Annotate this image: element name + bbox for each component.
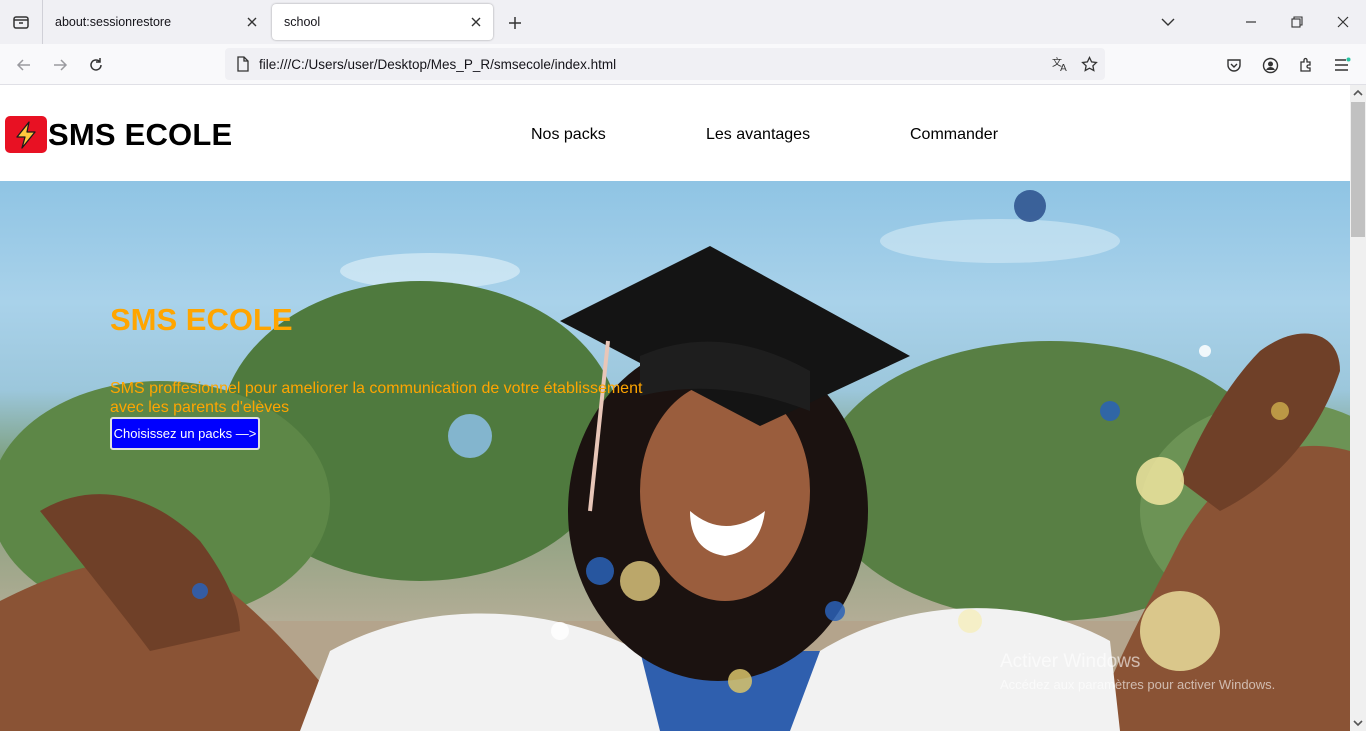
watermark-title: Activer Windows xyxy=(1000,651,1141,672)
tab-school[interactable]: school xyxy=(272,4,493,40)
choose-pack-button[interactable]: Choisissez un packs —> xyxy=(110,417,260,450)
pocket-icon[interactable] xyxy=(1219,50,1249,80)
menu-icon[interactable] xyxy=(1327,50,1357,80)
address-bar[interactable]: file:///C:/Users/user/Desktop/Mes_P_R/sm… xyxy=(225,48,1105,80)
tab-list-icon[interactable] xyxy=(0,0,42,44)
bookmark-star-icon[interactable] xyxy=(1075,50,1103,78)
translate-icon[interactable]: 文A xyxy=(1047,50,1075,78)
back-arrow-icon[interactable] xyxy=(9,50,39,80)
tab-title: about:sessionrestore xyxy=(55,15,172,29)
nav-link-packs[interactable]: Nos packs xyxy=(531,126,606,144)
tab-sessionrestore[interactable]: about:sessionrestore xyxy=(43,4,269,40)
site-logo[interactable]: SMS ECOLE xyxy=(5,116,232,153)
hero-title: SMS ECOLE xyxy=(110,302,293,337)
scroll-down-icon[interactable] xyxy=(1350,715,1366,731)
url-text[interactable]: file:///C:/Users/user/Desktop/Mes_P_R/sm… xyxy=(259,57,1047,72)
new-tab-icon[interactable] xyxy=(502,10,528,36)
forward-arrow-icon[interactable] xyxy=(45,50,75,80)
tab-title: school xyxy=(284,15,321,29)
site-header: SMS ECOLE Nos packs Les avantages Comman… xyxy=(0,85,1350,181)
hero-section: SMS ECOLE SMS proffesionnel pour amelior… xyxy=(0,181,1350,731)
logo-text: SMS ECOLE xyxy=(48,116,233,152)
nav-link-commander[interactable]: Commander xyxy=(910,126,998,144)
reload-icon[interactable] xyxy=(81,50,111,80)
windows-activation-watermark: Activer Windows Accédez aux paramètres p… xyxy=(1000,651,1275,692)
vertical-scrollbar[interactable] xyxy=(1350,85,1366,731)
account-icon[interactable] xyxy=(1255,50,1285,80)
hero-photo xyxy=(0,190,1350,731)
hero-subtitle: SMS proffesionnel pour ameliorer la comm… xyxy=(110,380,643,416)
nav-link-avantages[interactable]: Les avantages xyxy=(706,126,810,144)
page-icon xyxy=(227,48,259,80)
close-window-icon[interactable] xyxy=(1320,0,1366,44)
lightning-icon xyxy=(5,116,47,153)
svg-text:A: A xyxy=(1060,63,1067,72)
navigation-toolbar: file:///C:/Users/user/Desktop/Mes_P_R/sm… xyxy=(0,44,1366,85)
close-icon[interactable] xyxy=(241,11,263,33)
watermark-subtitle: Accédez aux paramètres pour activer Wind… xyxy=(1000,677,1276,692)
extensions-icon[interactable] xyxy=(1291,50,1321,80)
chevron-down-icon[interactable] xyxy=(1145,0,1191,44)
minimize-icon[interactable] xyxy=(1228,0,1274,44)
scrollbar-thumb[interactable] xyxy=(1351,102,1365,237)
close-icon[interactable] xyxy=(465,11,487,33)
restore-icon[interactable] xyxy=(1274,0,1320,44)
scroll-up-icon[interactable] xyxy=(1350,85,1366,101)
tab-strip: about:sessionrestore school xyxy=(0,0,1366,44)
page-viewport: SMS ECOLE Nos packs Les avantages Comman… xyxy=(0,85,1350,731)
